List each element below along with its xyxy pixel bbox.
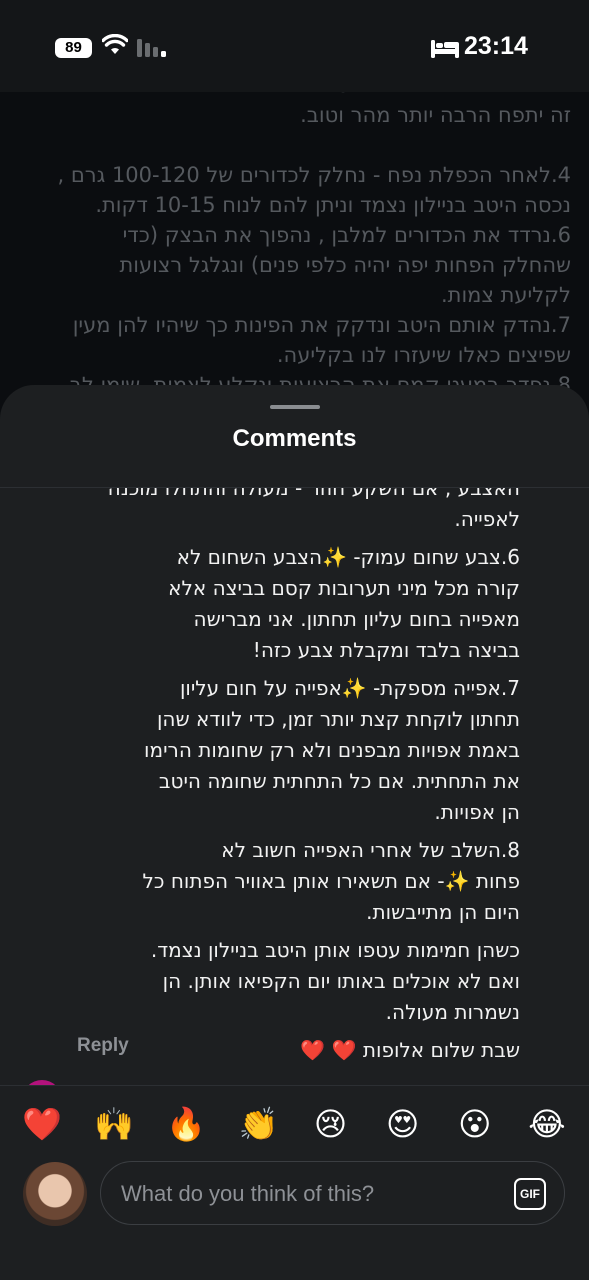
sheet-drag-handle[interactable]	[270, 405, 320, 409]
comment-line: את התחתית. אם כל התחתית שחומה היטב	[158, 769, 520, 793]
comment-line: תחתון לוקחת קצת יותר זמן, כדי לוודא שהן	[156, 707, 520, 731]
comment-line: 6.צבע שחום עמוק- ✨הצבע השחום לא	[176, 545, 520, 569]
caption-line: שפיצים כאלו שיעזרו לנו בקליעה.	[276, 343, 571, 367]
sheet-title: Comments	[232, 425, 357, 452]
status-bar: 89 23:14	[0, 0, 589, 92]
comment-line: בביצה בלבד ומקבלת צבע כזה!	[252, 638, 520, 662]
comment-paragraph: 6.צבע שחום עמוק- ✨הצבע השחום לא קורה מכל …	[76, 542, 520, 666]
comment-line: פחות ✨- אם תשאירו אותן באוויר הפתוח כל	[142, 869, 520, 893]
comment-paragraph: שבת שלום אלופות ❤️ ❤️	[76, 1035, 520, 1066]
surprised-face-reaction-button[interactable]: 😮	[453, 1102, 497, 1146]
comment-paragraph: 7.אפייה מספקת- ✨אפייה על חום עליון תחתון …	[76, 673, 520, 828]
comment-paragraph: כשהן חמימות עטפו אותן היטב בניילון נצמד.…	[76, 935, 520, 1028]
comment-line: 8.השלב של אחרי האפייה חשוב לא	[221, 838, 520, 862]
comment-line: הן אפויות.	[434, 800, 520, 824]
comments-sheet: Comments האצבע , אם השקע חוזר - מעולה וה…	[0, 385, 589, 1280]
caption-line: נכסה היטב בניילון נצמד וניתן להם לנוח 10…	[95, 193, 571, 217]
quick-reactions: ❤️ 🙌 🔥 👏 😢 😍 😮 😂	[0, 1102, 589, 1146]
crying-face-reaction-button[interactable]: 😢	[309, 1102, 353, 1146]
composer-area: ❤️ 🙌 🔥 👏 😢 😍 😮 😂 What do you think of this? GIF	[0, 1085, 589, 1280]
comment-paragraph: האצבע , אם השקע חוזר - מעולה והתחלו מוכנ…	[76, 488, 520, 535]
caption-line: 4.לאחר הכפלת נפח - נחלק לכדורים של 100-1…	[57, 163, 571, 187]
comment-paragraph: 8.השלב של אחרי האפייה חשוב לא פחות ✨- אם …	[76, 835, 520, 928]
heart-reaction-button[interactable]: ❤️	[20, 1102, 64, 1146]
comment-line: באמת אפויות מבפנים ולא רק שחומות הרימו	[144, 738, 520, 762]
comment-line: שבת שלום אלופות ❤️ ❤️	[300, 1038, 520, 1062]
caption-line: שהחלק הפחות יפה יהיה כלפי פנים) ונגלגל ר…	[119, 253, 571, 277]
comment-line: כשהן חמימות עטפו אותן היטב בניילון נצמד.	[150, 938, 520, 962]
caption-line: זה יתפח הרבה יותר מהר וטוב.	[300, 103, 571, 127]
clock: 23:14	[464, 32, 528, 60]
sleep-focus-icon	[431, 40, 459, 58]
reply-button[interactable]: Reply	[77, 1035, 129, 1057]
comment-input[interactable]: What do you think of this? GIF	[100, 1161, 565, 1225]
cellular-signal-icon	[137, 39, 166, 57]
heart-eyes-reaction-button[interactable]: 😍	[381, 1102, 425, 1146]
comment-input-placeholder: What do you think of this?	[121, 1181, 375, 1206]
caption-line	[30, 130, 571, 160]
comment-line: ואם לא אוכלים באותו יום הקפיאו אותן. הן	[162, 969, 520, 993]
post-caption: חלים בתחילת התנור ונכנס לשם את התחתית לה…	[0, 70, 589, 400]
comment-line: קורה מכל מיני תערובות קסם בביצה אלא	[168, 576, 520, 600]
battery-indicator: 89	[55, 38, 92, 58]
fire-reaction-button[interactable]: 🔥	[164, 1102, 208, 1146]
gif-button[interactable]: GIF	[514, 1178, 546, 1210]
comment: האצבע , אם השקע חוזר - מעולה והתחלו מוכנ…	[60, 488, 520, 1075]
avatar	[23, 1162, 87, 1226]
comment-line: נשמרות מעולה.	[385, 1000, 520, 1024]
comment-line: היום הן מתייבשות.	[366, 900, 520, 924]
caption-line: 7.נהדק אותם היטב ונדקק את הפינות כך שיהי…	[72, 313, 571, 337]
comment-line: כאן לכל שאלה 😘	[76, 1073, 520, 1075]
wifi-icon	[102, 34, 128, 54]
comment-line: האצבע , אם השקע חוזר - מעולה והתחלו מוכנ…	[107, 488, 520, 500]
comment-line: מאפייה בחום עליון תחתון. אני מברישה	[193, 607, 520, 631]
clapping-hands-reaction-button[interactable]: 👏	[236, 1102, 280, 1146]
caption-line: לקליעת צמות.	[440, 283, 571, 307]
comment-text: האצבע , אם השקע חוזר - מעולה והתחלו מוכנ…	[60, 488, 520, 1075]
comment-line: לאפייה.	[454, 507, 520, 531]
caption-line: 6.נרדד את הכדורים למלבן , נהפוך את הבצק …	[122, 223, 571, 247]
raised-hands-reaction-button[interactable]: 🙌	[92, 1102, 136, 1146]
tears-of-joy-reaction-button[interactable]: 😂	[525, 1102, 569, 1146]
comment-line: 7.אפייה מספקת- ✨אפייה על חום עליון	[179, 676, 520, 700]
comment-paragraph: כאן לכל שאלה 😘	[76, 1073, 520, 1075]
